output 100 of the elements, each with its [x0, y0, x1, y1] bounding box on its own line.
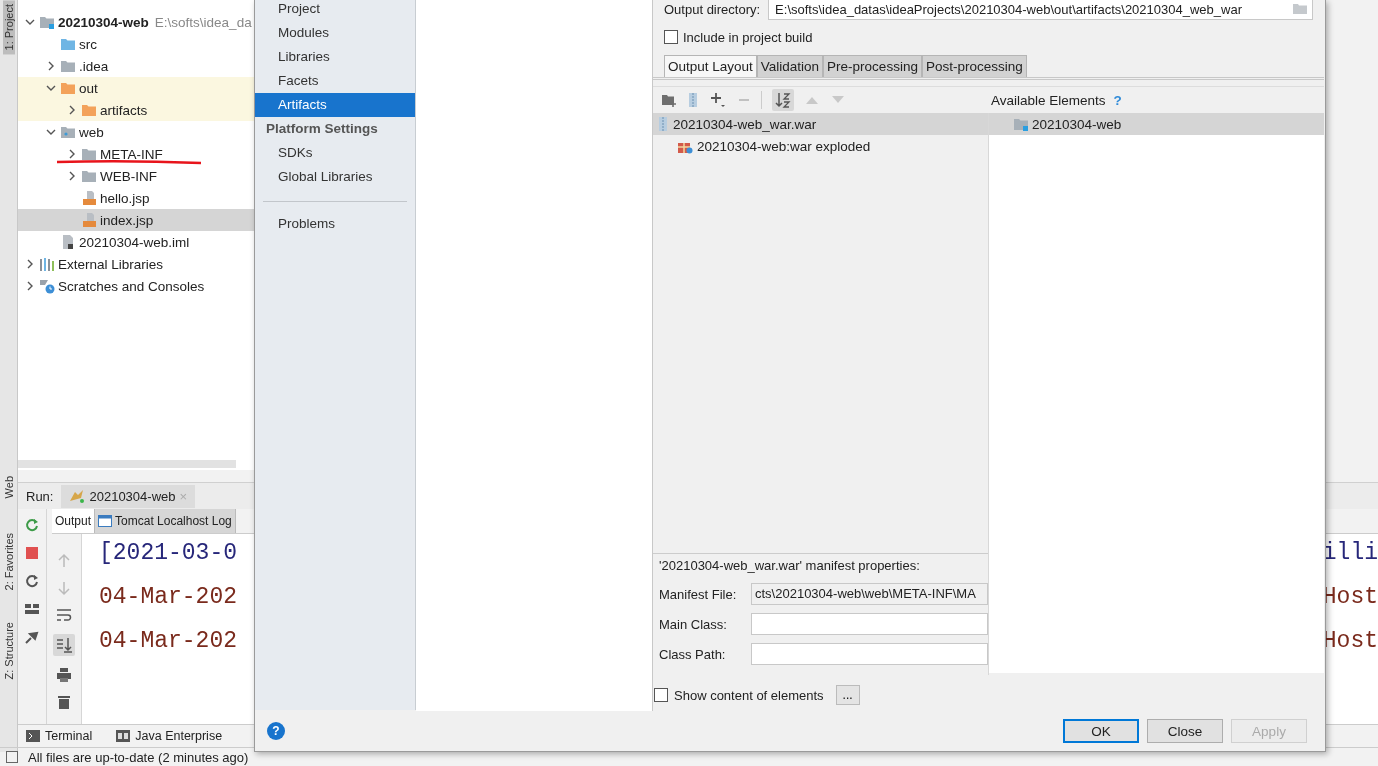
status-message: All files are up-to-date (2 minutes ago)	[28, 749, 249, 765]
output-tab[interactable]: Output	[52, 509, 96, 533]
chevron-icon[interactable]	[25, 259, 35, 269]
tree-item[interactable]: artifacts	[18, 99, 255, 121]
tree-item[interactable]: 20210304-web E:\softs\idea_da	[18, 11, 255, 33]
rerun-icon[interactable]	[24, 517, 40, 533]
nav-item[interactable]: Global Libraries	[255, 165, 415, 189]
tool-window-tab[interactable]: 1: Project	[2, 0, 15, 55]
chevron-icon[interactable]	[67, 171, 77, 181]
tree-item[interactable]: web	[18, 121, 255, 143]
tree-item-label: out	[79, 80, 98, 96]
input-field[interactable]: cts\20210304-web\web\META-INF\MA	[751, 583, 988, 605]
section-title: '20210304-web_war.war' manifest properties:	[659, 558, 921, 573]
chevron-icon[interactable]	[25, 17, 35, 27]
scroll-to-end-icon[interactable]	[53, 634, 75, 656]
restart-icon[interactable]	[24, 573, 40, 589]
folder-icon	[81, 146, 97, 162]
soft-wrap-icon[interactable]	[56, 607, 72, 623]
pane-title: Available Elements	[991, 92, 1106, 108]
tree-item[interactable]: WEB-INF	[18, 165, 255, 187]
chevron-icon[interactable]	[46, 83, 56, 93]
tree-item-label: hello.jsp	[100, 190, 150, 206]
tree-item[interactable]: hello.jsp	[18, 187, 255, 209]
folder-icon	[60, 124, 76, 140]
jsp-file-icon	[81, 190, 97, 206]
tab[interactable]: Pre-processing	[823, 55, 922, 77]
library-icon	[39, 256, 55, 272]
tree-item[interactable]: META-INF	[18, 143, 255, 165]
tree-item[interactable]: External Libraries	[18, 253, 255, 275]
chevron-icon[interactable]	[67, 105, 77, 115]
tree-item-label: index.jsp	[100, 212, 154, 228]
scrollbar[interactable]	[18, 460, 236, 468]
tree-item-label: artifacts	[100, 102, 148, 118]
checkbox[interactable]	[654, 688, 668, 702]
console-line: illi	[1322, 540, 1378, 568]
tree-item-label: META-INF	[100, 146, 163, 162]
chevron-icon[interactable]	[67, 149, 77, 159]
tab[interactable]: Validation	[756, 55, 824, 77]
nav-item[interactable]: Modules	[255, 21, 415, 45]
tool-window-tab[interactable]: 2: Favorites	[2, 528, 15, 595]
tree-item[interactable]: out	[18, 77, 255, 99]
input-field[interactable]	[751, 613, 988, 635]
run-tab-label: 20210304-web	[89, 488, 176, 504]
terminal-icon	[26, 730, 40, 742]
nav-item[interactable]: Facets	[255, 69, 415, 93]
tree-item-label: 20210304-web	[58, 14, 149, 30]
layout-tree-item[interactable]: 20210304-web_war.war	[653, 113, 988, 135]
nav-item[interactable]: Problems	[255, 212, 415, 236]
folder-icon	[60, 58, 76, 74]
tree-item[interactable]: Scratches and Consoles	[18, 275, 255, 297]
tree-item[interactable]: 20210304-web.iml	[18, 231, 255, 253]
dialog-button[interactable]: Close	[1147, 719, 1223, 743]
output-directory-field[interactable]: E:\softs\idea_datas\ideaProjects\20210304-web\out\artifacts\20210304_web_war	[768, 0, 1313, 20]
pin-icon[interactable]	[24, 629, 40, 645]
layout-icon[interactable]	[24, 602, 40, 616]
tool-window-tab[interactable]: Terminal	[26, 729, 93, 743]
tool-window-tab[interactable]: Java Enterprise	[116, 729, 223, 743]
folder-icon	[60, 36, 76, 52]
add-icon[interactable]	[709, 91, 727, 109]
tree-item[interactable]: .idea	[18, 55, 255, 77]
chevron-icon[interactable]	[46, 61, 56, 71]
chevron-icon[interactable]	[25, 281, 35, 291]
checkbox-label: Include in project build	[683, 29, 813, 45]
folder-icon	[1013, 116, 1029, 132]
tree-item[interactable]: src	[18, 33, 255, 55]
available-element[interactable]: 20210304-web	[989, 113, 1324, 135]
dialog-button[interactable]: OK	[1063, 719, 1139, 743]
folder-icon	[39, 14, 55, 30]
trash-icon[interactable]	[57, 694, 71, 710]
layout-tree-item[interactable]: 20210304-web:war exploded	[653, 135, 988, 157]
field-label: Main Class:	[659, 616, 728, 632]
tab[interactable]: Post-processing	[921, 55, 1027, 77]
folder-icon	[81, 102, 97, 118]
input-field[interactable]	[751, 643, 988, 665]
run-label: Run:	[26, 488, 54, 504]
tree-item[interactable]: index.jsp	[18, 209, 255, 231]
tree-item-label: src	[79, 36, 97, 52]
chevron-icon[interactable]	[46, 127, 56, 137]
checkbox-label: Show content of elements	[674, 687, 824, 703]
output-tab[interactable]: Tomcat Localhost Log	[95, 509, 236, 533]
nav-item[interactable]: Project	[255, 0, 415, 21]
help-icon[interactable]: ?	[267, 722, 285, 740]
checkbox[interactable]	[664, 30, 678, 44]
run-tab[interactable]: 20210304-web ×	[61, 484, 196, 508]
tree-item-label: .idea	[79, 58, 109, 74]
nav-item[interactable]: Artifacts	[255, 93, 415, 117]
sort-icon[interactable]	[772, 89, 794, 111]
nav-item[interactable]: Libraries	[255, 45, 415, 69]
tool-window-tab[interactable]: Web	[2, 472, 15, 503]
tomcat-icon	[69, 489, 86, 503]
available-element-label: 20210304-web	[1032, 116, 1122, 132]
tool-window-tab[interactable]: Z: Structure	[2, 618, 15, 684]
stop-icon[interactable]	[25, 546, 39, 560]
new-folder-icon[interactable]	[661, 93, 677, 107]
tab[interactable]: Output Layout	[664, 55, 757, 77]
field-label: Output directory:	[664, 1, 761, 17]
ellipsis-button[interactable]: ...	[835, 685, 860, 705]
tree-item-label: Scratches and Consoles	[58, 278, 205, 294]
nav-item[interactable]: SDKs	[255, 141, 415, 165]
print-icon[interactable]	[56, 667, 72, 683]
